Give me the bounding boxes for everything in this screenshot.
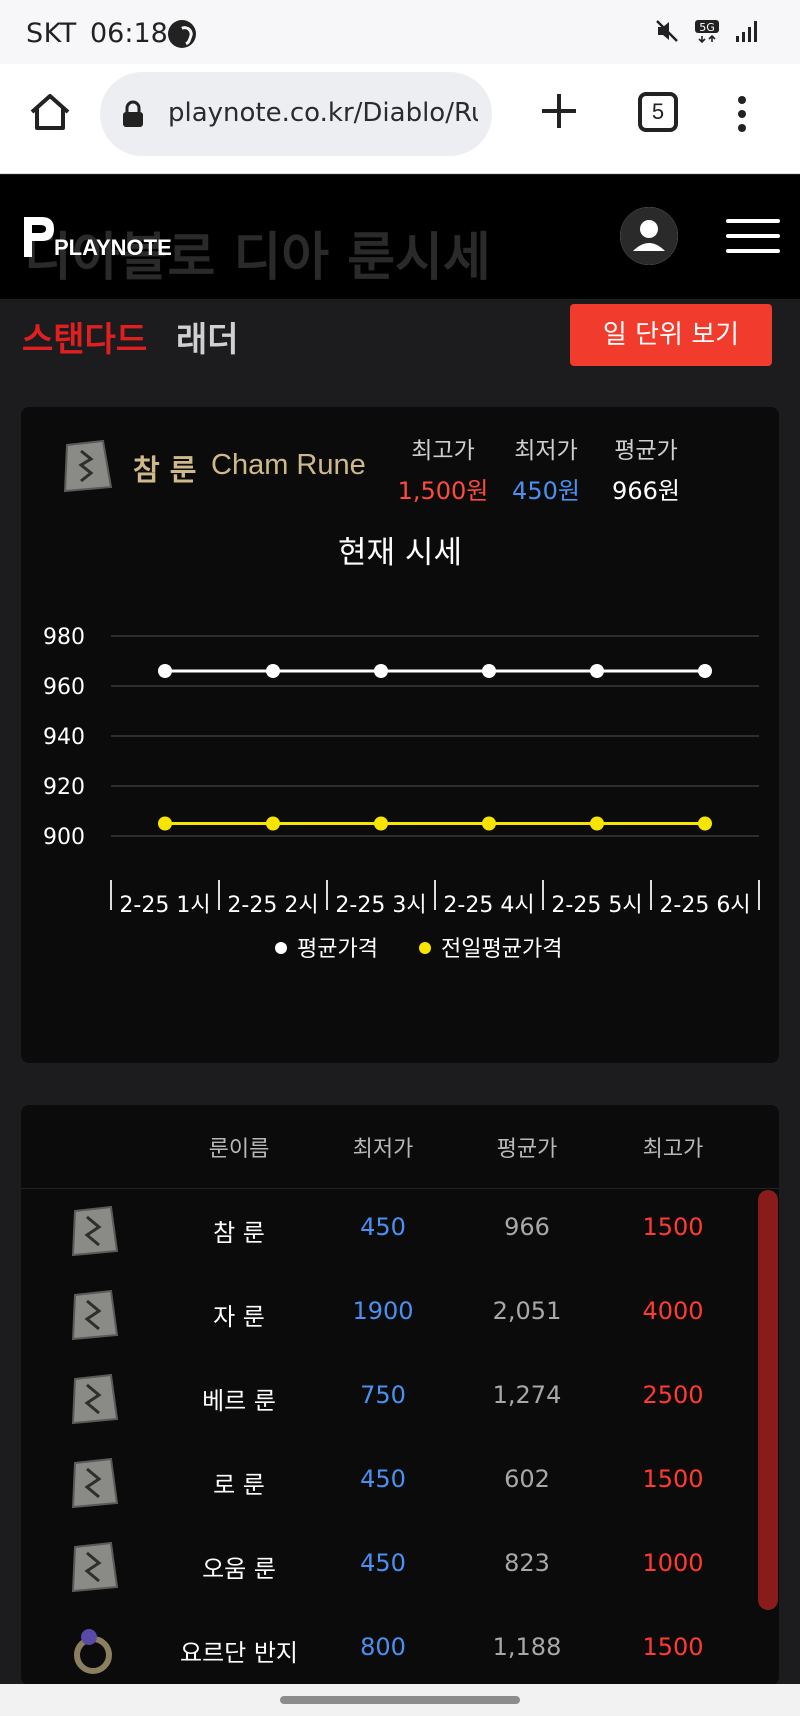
site-header: 디아블로 디아 룬시세 PLAYNOTE: [0, 175, 800, 299]
legend-label-1: 전일평균가격: [441, 937, 562, 962]
min-price: 450: [360, 1213, 406, 1241]
network-label: 5G: [699, 21, 715, 34]
avg-price: 602: [504, 1465, 550, 1493]
price-line-chart: 980 960 940 920 900 2-25 1시 2-25 2시 2-25 3시 2-25…: [43, 625, 760, 962]
series-point-0: [374, 664, 388, 678]
browser-toolbar: playnote.co.kr/Diablo/Rur 5: [0, 64, 800, 174]
y-tick-label: 940: [43, 725, 85, 750]
tab-standard[interactable]: 스탠다드: [22, 312, 147, 361]
avg-price: 966: [504, 1213, 550, 1241]
series-point-1: [482, 816, 496, 831]
cham-rune-icon: [71, 1205, 119, 1257]
min-price: 750: [360, 1381, 406, 1409]
home-gesture-handle[interactable]: [280, 1696, 520, 1704]
x-tick-label: 2-25 4시: [443, 893, 534, 918]
rune-name: 로 룬: [213, 1471, 265, 1499]
x-tick-label: 2-25 1시: [119, 893, 210, 918]
zod-rune-icon: [71, 1289, 119, 1341]
lock-icon: [123, 100, 143, 127]
y-tick-label: 900: [43, 825, 85, 850]
rune-price-card: 참 룬 Cham Rune 최고가 1,500원 최저가 450원 평균가 96…: [21, 407, 779, 1063]
series-point-1: [374, 816, 388, 831]
series-point-0: [698, 664, 712, 678]
legend-label-0: 평균가격: [297, 937, 378, 962]
rune-name: 베르 룬: [202, 1387, 276, 1415]
lo-rune-icon: [71, 1457, 119, 1509]
rune-name: 요르단 반지: [179, 1639, 299, 1667]
user-avatar-button[interactable]: [620, 207, 678, 265]
series-point-0: [590, 664, 604, 678]
x-tick-label: 2-25 3시: [335, 893, 426, 918]
header-rune-name: 룬이름: [208, 1137, 270, 1162]
avg-price: 2,051: [492, 1297, 562, 1325]
ohm-rune-icon: [71, 1541, 119, 1593]
max-price: 1000: [642, 1549, 704, 1577]
day-view-button[interactable]: 일 단위 보기: [570, 304, 772, 366]
more-menu-icon[interactable]: [730, 94, 754, 134]
user-icon: [620, 207, 678, 265]
series-point-0: [158, 664, 172, 678]
x-tick-label: 2-25 2시: [227, 893, 318, 918]
y-tick-label: 920: [43, 775, 85, 800]
min-price: 450: [360, 1549, 406, 1577]
max-price: 1500: [642, 1213, 704, 1241]
signal-icon: [736, 21, 757, 42]
jordan-ring-icon: [74, 1629, 112, 1674]
legend-marker-1: [419, 942, 431, 954]
5g-icon: 5G: [695, 20, 719, 44]
series-point-1: [590, 816, 604, 831]
rune-name: 참 룬: [213, 1219, 265, 1247]
table-row[interactable]: 베르 룬 750 1,274 2500: [21, 1357, 779, 1441]
max-price: 1500: [642, 1465, 704, 1493]
rune-price-table: 룬이름 최저가 평균가 최고가 참 룬 450 966 1500 자 룬 1900 2,05…: [21, 1105, 779, 1685]
table-row[interactable]: 오움 룬 450 823 1000: [21, 1525, 779, 1609]
avg-price: 1,188: [492, 1633, 562, 1661]
avg-price: 1,274: [492, 1381, 562, 1409]
table-row[interactable]: 참 룬 450 966 1500: [21, 1189, 779, 1273]
table-row[interactable]: 자 룬 1900 2,051 4000: [21, 1273, 779, 1357]
series-point-0: [482, 664, 496, 678]
status-time: 06:18: [90, 18, 168, 49]
table-scrollbar[interactable]: [758, 1190, 778, 1610]
header-avg: 평균가: [496, 1137, 558, 1162]
y-tick-label: 980: [43, 625, 85, 650]
table-header: 룬이름 최저가 평균가 최고가: [21, 1105, 779, 1189]
min-price: 800: [360, 1633, 406, 1661]
status-bar: SKT 06:18 5G: [0, 0, 800, 64]
shazam-icon: [168, 20, 196, 48]
x-tick-label: 2-25 6시: [659, 893, 750, 918]
rune-name: 오움 룬: [202, 1555, 276, 1583]
mute-icon: [656, 20, 678, 42]
new-tab-icon[interactable]: [538, 90, 580, 132]
carrier-label: SKT: [26, 18, 77, 49]
header-min: 최저가: [352, 1137, 414, 1162]
tab-switcher-button[interactable]: 5: [638, 92, 678, 132]
ber-rune-icon: [71, 1373, 119, 1425]
x-tick-label: 2-25 5시: [551, 893, 642, 918]
system-nav-bar: [0, 1684, 800, 1716]
rune-name: 자 룬: [213, 1303, 265, 1331]
home-icon[interactable]: [28, 90, 72, 134]
tab-ladder[interactable]: 래더: [176, 312, 239, 361]
header-max: 최고가: [642, 1137, 704, 1162]
address-bar[interactable]: playnote.co.kr/Diablo/Rur: [100, 72, 492, 156]
url-text[interactable]: playnote.co.kr/Diablo/Rur: [168, 98, 478, 128]
avg-price: 823: [504, 1549, 550, 1577]
series-point-1: [266, 816, 280, 831]
legend-marker-0: [275, 942, 287, 954]
max-price: 1500: [642, 1633, 704, 1661]
series-point-1: [158, 816, 172, 831]
series-point-0: [266, 664, 280, 678]
logo-text[interactable]: PLAYNOTE: [54, 235, 172, 261]
max-price: 4000: [642, 1297, 704, 1325]
hamburger-menu-icon[interactable]: [726, 219, 780, 253]
y-tick-label: 960: [43, 675, 85, 700]
min-price: 450: [360, 1465, 406, 1493]
table-row[interactable]: 로 룬 450 602 1500: [21, 1441, 779, 1525]
table-row[interactable]: 요르단 반지 800 1,188 1500: [21, 1609, 779, 1685]
min-price: 1900: [352, 1297, 414, 1325]
max-price: 2500: [642, 1381, 704, 1409]
series-point-1: [698, 816, 712, 831]
